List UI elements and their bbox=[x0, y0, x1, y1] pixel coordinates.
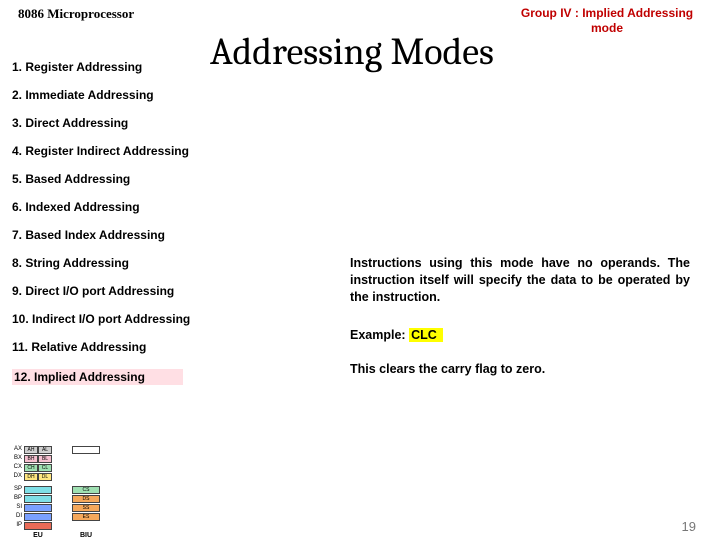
reg-cell: CH bbox=[24, 464, 38, 472]
list-item: 9. Direct I/O port Addressing bbox=[12, 284, 322, 298]
reg-cell: AL bbox=[38, 446, 52, 454]
reg-cell: DH bbox=[24, 473, 38, 481]
header-right: Group IV : Implied Addressing mode bbox=[512, 6, 702, 36]
reg-cell bbox=[72, 446, 100, 454]
reg-cell: CL bbox=[38, 464, 52, 472]
list-item: 4. Register Indirect Addressing bbox=[12, 144, 322, 158]
header-left: 8086 Microprocessor bbox=[18, 6, 134, 22]
reg-cell bbox=[24, 486, 52, 494]
reg-cell: DS bbox=[72, 495, 100, 503]
register-diagram: AX AH AL BX BH BL CX CH CL DX DH DL SP C… bbox=[12, 446, 100, 539]
example-line: Example: CLC bbox=[350, 328, 443, 342]
list-item: 2. Immediate Addressing bbox=[12, 88, 322, 102]
list-item: 7. Based Index Addressing bbox=[12, 228, 322, 242]
diagram-foot-label: EU bbox=[24, 532, 52, 539]
reg-cell: BH bbox=[24, 455, 38, 463]
body-paragraph: Instructions using this mode have no ope… bbox=[350, 255, 690, 306]
example-code: CLC bbox=[409, 328, 443, 342]
reg-cell: BL bbox=[38, 455, 52, 463]
diagram-foot-label: BIU bbox=[72, 532, 100, 539]
list-item: 11. Relative Addressing bbox=[12, 340, 322, 354]
list-item: 1. Register Addressing bbox=[12, 60, 322, 74]
reg-label: DX bbox=[12, 473, 24, 481]
example-label: Example: bbox=[350, 328, 406, 342]
reg-label: BX bbox=[12, 455, 24, 463]
reg-label: DI bbox=[12, 513, 24, 521]
result-line: This clears the carry flag to zero. bbox=[350, 362, 545, 376]
list-item: 3. Direct Addressing bbox=[12, 116, 322, 130]
reg-label: BP bbox=[12, 495, 24, 503]
reg-cell bbox=[24, 504, 52, 512]
reg-cell: DL bbox=[38, 473, 52, 481]
list-item: 8. String Addressing bbox=[12, 256, 322, 270]
reg-label: AX bbox=[12, 446, 24, 454]
reg-label: CX bbox=[12, 464, 24, 472]
reg-cell bbox=[24, 495, 52, 503]
reg-cell bbox=[24, 513, 52, 521]
list-item-highlighted: 12. Implied Addressing bbox=[12, 369, 183, 385]
list-item: 6. Indexed Addressing bbox=[12, 200, 322, 214]
slide-root: 8086 Microprocessor Group IV : Implied A… bbox=[0, 0, 720, 540]
reg-cell bbox=[24, 522, 52, 530]
page-number: 19 bbox=[682, 519, 696, 534]
reg-label: IP bbox=[12, 522, 24, 530]
list-item: 10. Indirect I/O port Addressing bbox=[12, 312, 322, 326]
reg-label: SI bbox=[12, 504, 24, 512]
list-item: 5. Based Addressing bbox=[12, 172, 322, 186]
reg-cell: ES bbox=[72, 513, 100, 521]
reg-cell: CS bbox=[72, 486, 100, 494]
reg-label: SP bbox=[12, 486, 24, 494]
addressing-mode-list: 1. Register Addressing 2. Immediate Addr… bbox=[12, 60, 322, 399]
reg-cell: SS bbox=[72, 504, 100, 512]
reg-cell: AH bbox=[24, 446, 38, 454]
